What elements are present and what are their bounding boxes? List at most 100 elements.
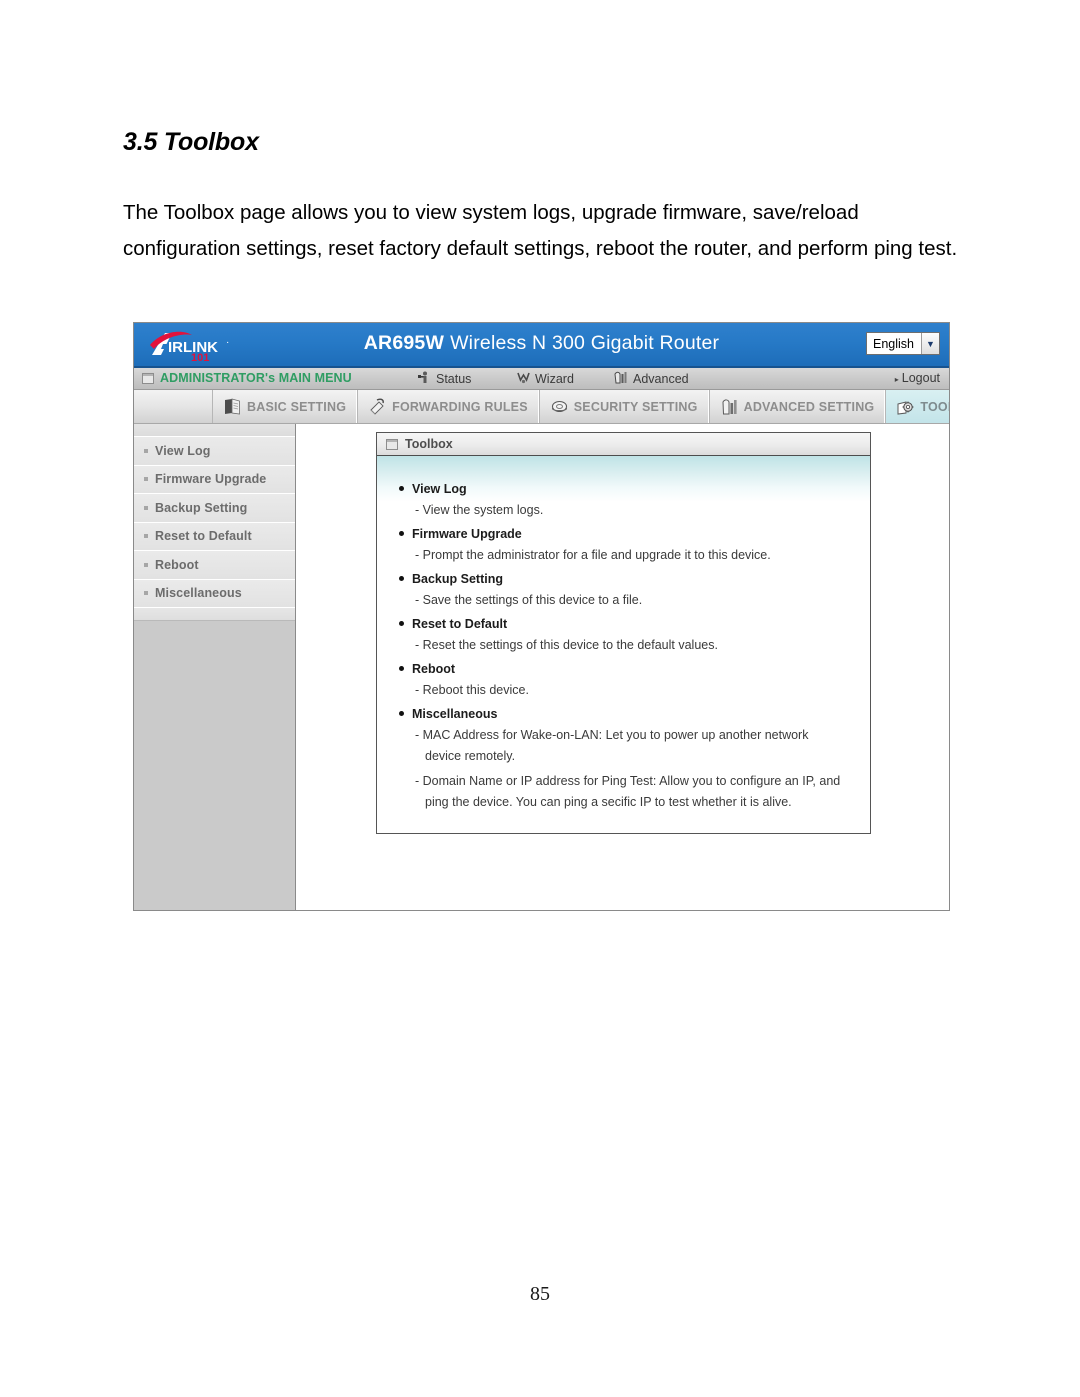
main-menu-label: ADMINISTRATOR's MAIN MENU bbox=[160, 371, 352, 385]
toolbox-icon bbox=[896, 397, 915, 416]
entry-title-row: View Log bbox=[399, 478, 870, 500]
entry-title-row: Firmware Upgrade bbox=[399, 523, 870, 545]
chevron-down-icon: ▼ bbox=[921, 333, 939, 354]
wizard-icon bbox=[517, 371, 530, 387]
sidebar-item-miscellaneous[interactable]: Miscellaneous bbox=[134, 579, 295, 608]
tab-toolbox[interactable]: TOOLBOX bbox=[885, 390, 949, 423]
router-body: View Log Firmware Upgrade Backup Setting… bbox=[134, 424, 949, 910]
window-icon bbox=[386, 438, 398, 450]
tab-basic-setting[interactable]: BASIC SETTING bbox=[212, 390, 358, 423]
admin-item-label: Advanced bbox=[633, 372, 689, 386]
panel-body: View Log - View the system logs. Firmwar… bbox=[377, 456, 870, 833]
entry-description: - Reset the settings of this device to t… bbox=[415, 638, 718, 652]
entry-description: - Domain Name or IP address for Ping Tes… bbox=[415, 774, 841, 809]
entry-description: - Prompt the administrator for a file an… bbox=[415, 548, 771, 562]
tab-label: FORWARDING RULES bbox=[392, 399, 528, 414]
sidebar-item-label: View Log bbox=[155, 443, 211, 458]
entry-title: Reset to Default bbox=[412, 617, 508, 631]
entry-title: Reboot bbox=[412, 662, 456, 676]
entry-title: Miscellaneous bbox=[412, 707, 498, 721]
bullet-icon bbox=[399, 621, 404, 626]
bullet-icon bbox=[144, 505, 148, 510]
main-tab-bar: BASIC SETTING FORWARDING RULES SECURITY … bbox=[134, 390, 949, 424]
tab-label: BASIC SETTING bbox=[247, 399, 347, 414]
main-menu-link[interactable]: ADMINISTRATOR's MAIN MENU bbox=[142, 371, 352, 385]
status-icon bbox=[418, 371, 431, 387]
advanced-setting-icon bbox=[720, 397, 739, 416]
admin-item-label: Wizard bbox=[535, 372, 574, 386]
caret-right-icon: ▸ bbox=[894, 375, 899, 384]
bullet-icon bbox=[144, 477, 148, 482]
sidebar-item-reboot[interactable]: Reboot bbox=[134, 551, 295, 580]
sidebar-item-view-log[interactable]: View Log bbox=[134, 437, 295, 466]
router-model: AR695W bbox=[363, 332, 445, 354]
security-setting-icon bbox=[550, 397, 569, 416]
sidebar-item-label: Backup Setting bbox=[155, 500, 248, 515]
entry-title: Backup Setting bbox=[412, 572, 503, 586]
intro-paragraph: The Toolbox page allows you to view syst… bbox=[123, 201, 958, 260]
language-select[interactable]: English ▼ bbox=[866, 332, 940, 355]
tab-label: TOOLBOX bbox=[920, 399, 949, 414]
bullet-icon bbox=[399, 576, 404, 581]
bullet-icon bbox=[399, 531, 404, 536]
tab-security-setting[interactable]: SECURITY SETTING bbox=[538, 390, 709, 423]
page-title: 3.5 Toolbox bbox=[123, 128, 259, 156]
admin-item-status[interactable]: Status bbox=[418, 371, 471, 387]
tab-forwarding-rules[interactable]: FORWARDING RULES bbox=[357, 390, 539, 423]
sidebar-item-label: Reboot bbox=[155, 557, 199, 572]
sidebar-item-reset-to-default[interactable]: Reset to Default bbox=[134, 522, 295, 551]
entry-title: Firmware Upgrade bbox=[412, 527, 522, 541]
logout-label: Logout bbox=[901, 371, 940, 385]
forwarding-rules-icon bbox=[368, 397, 387, 416]
page-number: 85 bbox=[530, 1283, 550, 1305]
admin-item-wizard[interactable]: Wizard bbox=[517, 371, 574, 387]
entry-description: - View the system logs. bbox=[415, 503, 544, 517]
entry-description: - Reboot this device. bbox=[415, 683, 529, 697]
bullet-icon bbox=[144, 562, 148, 567]
basic-setting-icon bbox=[223, 397, 242, 416]
tab-label: SECURITY SETTING bbox=[573, 399, 698, 414]
admin-item-advanced[interactable]: Advanced bbox=[614, 371, 689, 387]
sidebar-bottom-strip bbox=[134, 608, 295, 621]
content-area: Toolbox View Log - View the system logs. bbox=[297, 424, 949, 910]
tab-advanced-setting[interactable]: ADVANCED SETTING bbox=[708, 390, 886, 423]
entry-description: - MAC Address for Wake-on-LAN: Let you t… bbox=[415, 728, 809, 763]
sidebar-item-label: Miscellaneous bbox=[155, 586, 242, 601]
tab-label: ADVANCED SETTING bbox=[743, 399, 875, 414]
toolbox-entry-backup-setting: Backup Setting - Save the settings of th… bbox=[399, 568, 870, 611]
bullet-icon bbox=[144, 591, 148, 596]
toolbox-entry-firmware-upgrade: Firmware Upgrade - Prompt the administra… bbox=[399, 523, 870, 566]
toolbox-panel: Toolbox View Log - View the system logs. bbox=[376, 432, 871, 834]
toolbox-entry-view-log: View Log - View the system logs. bbox=[399, 478, 870, 521]
entry-title-row: Reboot bbox=[399, 658, 870, 680]
entry-title: View Log bbox=[412, 482, 467, 496]
sidebar-item-firmware-upgrade[interactable]: Firmware Upgrade bbox=[134, 465, 295, 494]
administrator-bar: ADMINISTRATOR's MAIN MENU Status Wizard … bbox=[134, 368, 949, 390]
entry-title-row: Reset to Default bbox=[399, 613, 870, 635]
router-description: Wireless N 300 Gigabit Router bbox=[450, 332, 720, 354]
sidebar-item-label: Reset to Default bbox=[155, 529, 252, 544]
sidebar-top-strip bbox=[134, 424, 295, 437]
language-value: English bbox=[873, 337, 914, 351]
bullet-icon bbox=[144, 448, 148, 453]
entry-title-row: Backup Setting bbox=[399, 568, 870, 590]
entry-title-row: Miscellaneous bbox=[399, 703, 870, 725]
bullet-icon bbox=[399, 666, 404, 671]
router-admin-screenshot: IRLINK · 101 AR695W Wireless N 300 Gigabi… bbox=[133, 322, 950, 911]
toolbox-entry-reboot: Reboot - Reboot this device. bbox=[399, 658, 870, 701]
panel-title: Toolbox bbox=[405, 437, 453, 451]
entry-description: - Save the settings of this device to a … bbox=[415, 593, 643, 607]
toolbox-entry-miscellaneous: Miscellaneous - MAC Address for Wake-on-… bbox=[399, 703, 870, 813]
admin-item-label: Status bbox=[436, 372, 472, 386]
bullet-icon bbox=[399, 486, 404, 491]
sidebar-item-backup-setting[interactable]: Backup Setting bbox=[134, 494, 295, 523]
panel-header: Toolbox bbox=[377, 433, 870, 456]
sidebar-item-label: Firmware Upgrade bbox=[155, 472, 267, 487]
toolbox-entry-reset-to-default: Reset to Default - Reset the settings of… bbox=[399, 613, 870, 656]
brand-header: IRLINK · 101 AR695W Wireless N 300 Gigabi… bbox=[134, 323, 949, 368]
advanced-icon bbox=[614, 371, 628, 387]
logout-link[interactable]: ▸ Logout bbox=[895, 371, 940, 385]
bullet-icon bbox=[399, 711, 404, 716]
sidebar: View Log Firmware Upgrade Backup Setting… bbox=[134, 424, 296, 910]
router-model-title: AR695W Wireless N 300 Gigabit Router bbox=[134, 332, 949, 355]
